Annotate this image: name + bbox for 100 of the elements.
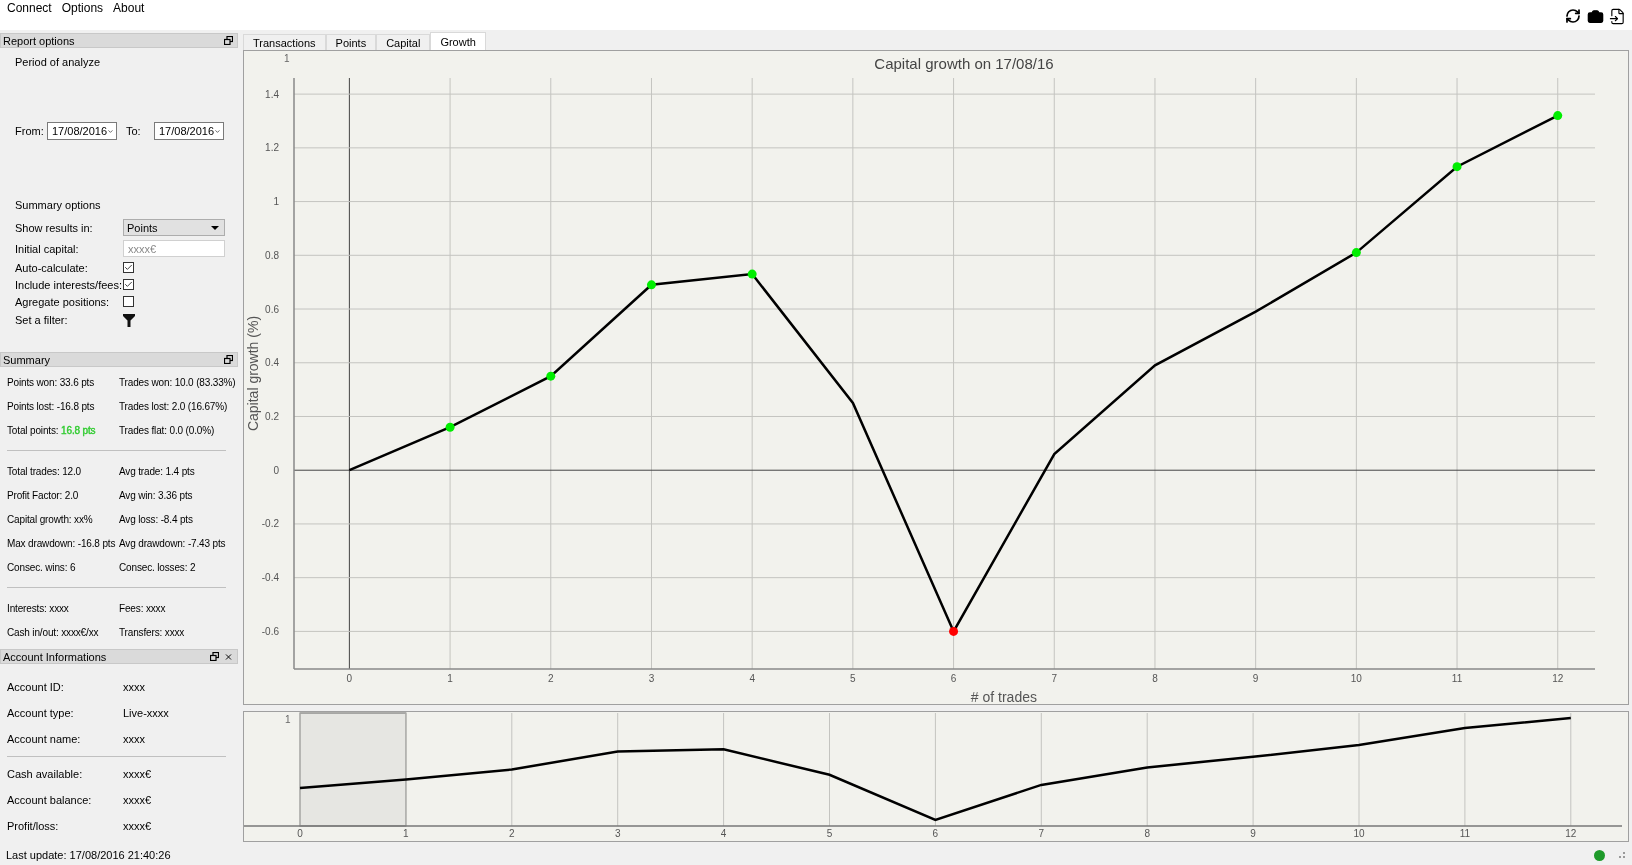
refresh-icon[interactable] (1564, 7, 1582, 25)
panel-title: Summary (3, 353, 51, 366)
x-tick-label: 4 (749, 673, 755, 685)
account-value: xxxx (123, 681, 146, 694)
account-label: Cash available: (7, 768, 84, 781)
summary-stat: Points lost: -16.8 pts (7, 400, 96, 412)
y-tick-label: 1.4 (265, 89, 279, 100)
account-label: Account type: (7, 707, 75, 720)
option-label: Initial capital: (15, 242, 80, 255)
x-tick-label: 0 (346, 673, 353, 685)
summary-stat: Consec. wins: 6 (7, 561, 77, 573)
close-icon[interactable] (224, 652, 233, 662)
y-axis-title: Capital growth (%) (245, 316, 261, 432)
checkbox[interactable] (123, 262, 134, 274)
menu-item[interactable]: Options (56, 1, 109, 15)
y-tick-label: 0 (273, 465, 279, 477)
section-label: Summary options (15, 199, 102, 212)
x-tick-label: 2 (548, 673, 554, 685)
summary-stat: Cash in/out: xxxx€/xx (7, 626, 100, 638)
x-tick-label: 10 (1350, 673, 1362, 685)
x-tick-label: 12 (1552, 673, 1564, 685)
x-tick-label: 5 (826, 828, 833, 840)
to-date-field[interactable]: 17/08/2016 (154, 122, 224, 141)
filter-icon[interactable] (123, 313, 135, 327)
y-tick-label: 0.4 (265, 357, 279, 369)
x-tick-label: 6 (950, 673, 957, 685)
from-date-field[interactable]: 17/08/2016 (47, 122, 117, 141)
summary-stat: Trades lost: 2.0 (16.67%) (119, 400, 229, 412)
account-value: xxxx (123, 733, 146, 746)
x-tick-label: 0 (297, 828, 303, 840)
summary-stat: Interests: xxxx (7, 602, 70, 614)
y-tick-label: 0.2 (265, 411, 279, 423)
summary-stat: Trades flat: 0.0 (0.0%) (119, 424, 216, 436)
summary-stat: Total points: 16.8 pts (7, 424, 97, 436)
x-tick-label: 3 (614, 828, 621, 840)
panel-title: Account Informations (3, 650, 107, 663)
x-tick-label: 7 (1038, 828, 1045, 840)
account-value: xxxx€ (123, 768, 153, 781)
x-axis-title: # of trades (970, 689, 1037, 705)
checkbox[interactable] (123, 279, 134, 291)
summary-stat: Avg loss: -8.4 pts (119, 513, 194, 525)
account-label: Account name: (7, 733, 82, 746)
selection-range[interactable] (299, 712, 407, 827)
y-tick-label: 1.2 (265, 142, 279, 154)
option-label: Show results in: (15, 221, 94, 234)
x-tick-label: 9 (1250, 828, 1256, 840)
x-tick-label: 3 (648, 673, 655, 685)
summary-stat: Points won: 33.6 pts (7, 376, 96, 388)
x-tick-label: 1 (403, 828, 409, 840)
summary-stat: Transfers: xxxx (119, 626, 186, 638)
x-tick-label: 12 (1565, 828, 1577, 840)
resize-grip-icon[interactable] (1619, 852, 1625, 859)
x-tick-label: 9 (1252, 673, 1259, 685)
option-label: Auto-calculate: (15, 261, 89, 274)
checkbox[interactable] (123, 296, 134, 308)
results-select[interactable]: Points (123, 219, 225, 237)
summary-stat: Consec. losses: 2 (119, 561, 197, 573)
x-tick-label: 11 (1459, 828, 1471, 840)
summary-stat: Avg win: 3.36 pts (119, 489, 194, 501)
account-value: Live-xxxx (123, 707, 170, 720)
y-tick-label: 0.8 (265, 250, 279, 262)
tab[interactable]: Capital (376, 34, 431, 51)
summary-stat: Avg trade: 1.4 pts (119, 465, 196, 477)
summary-stat: Profit Factor: 2.0 (7, 489, 80, 501)
account-label: Account balance: (7, 794, 93, 807)
x-tick-label: 8 (1152, 673, 1158, 685)
y-tick-label: -0.2 (261, 518, 279, 530)
option-label: Agregate positions: (15, 295, 111, 308)
float-icon[interactable] (224, 36, 233, 46)
y-tick-label: -0.4 (261, 572, 279, 584)
x-tick-label: 4 (720, 828, 727, 840)
x-tick-label: 5 (850, 673, 856, 685)
account-value: xxxx€ (123, 794, 153, 807)
account-value: xxxx€ (123, 820, 153, 833)
menu-item[interactable]: About (108, 1, 150, 15)
float-icon[interactable] (224, 355, 233, 365)
y-tick-label: 0.6 (265, 303, 279, 315)
summary-stat: Capital growth: xx% (7, 513, 94, 525)
camera-icon[interactable] (1586, 7, 1604, 25)
x-tick-label: 8 (1144, 828, 1150, 840)
caret-icon (211, 225, 219, 230)
capital-input[interactable]: xxxx€ (123, 240, 225, 258)
x-tick-label: 10 (1353, 828, 1365, 840)
to-label: To: (126, 125, 142, 138)
section-label: Period of analyze (15, 56, 101, 69)
float-icon[interactable] (210, 652, 219, 662)
tab[interactable]: Growth (430, 32, 486, 51)
option-label: Include interests/fees: (15, 278, 123, 291)
chart-title: Capital growth on 17/08/16 (874, 55, 1054, 73)
panel-title: Report options (3, 34, 75, 47)
tab[interactable]: Transactions (243, 34, 326, 51)
corner-label: 1 (284, 53, 290, 65)
x-tick-label: 2 (509, 828, 515, 840)
menu-item[interactable]: Connect (2, 1, 57, 15)
account-label: Account ID: (7, 681, 65, 694)
x-tick-label: 1 (447, 673, 453, 685)
summary-stat: Trades won: 10.0 (83.33%) (119, 376, 237, 388)
tab[interactable]: Points (325, 34, 377, 51)
summary-stat: Fees: xxxx (119, 602, 167, 614)
file-import-icon[interactable] (1608, 7, 1626, 25)
